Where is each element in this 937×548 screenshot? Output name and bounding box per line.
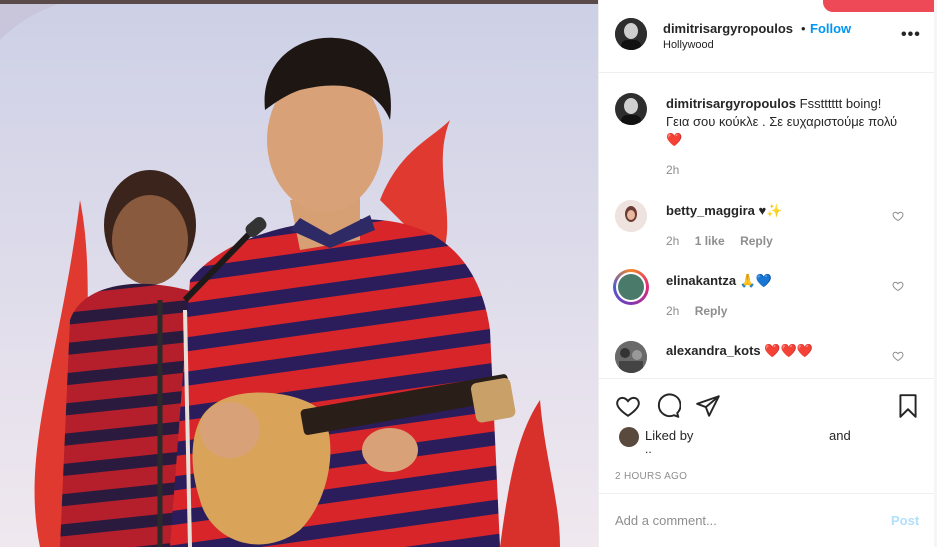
comment-text: alexandra_kots ❤️❤️❤️ [666,342,906,360]
caption-text: dimitrisargyropoulos Fsstttttt boing! Γε… [666,95,906,149]
comment-text: elinakantza 🙏💙 [666,272,906,290]
comment-username[interactable]: betty_maggira [666,203,755,218]
post-header: dimitrisargyropoulos • Follow Hollywood … [599,0,934,73]
comment-body: ❤️❤️❤️ [764,343,813,358]
caption-time: 2h [666,163,680,177]
comment-avatar[interactable] [615,200,647,232]
share-paper-plane-icon[interactable] [695,393,721,419]
comment-avatar[interactable] [615,341,647,373]
add-comment-input[interactable] [615,513,855,528]
author-username[interactable]: dimitrisargyropoulos [663,21,793,36]
reply-button[interactable]: Reply [740,234,773,248]
post-timestamp[interactable]: 2 HOURS AGO [615,471,687,482]
comment-bubble-icon[interactable] [655,393,681,419]
comment-body: ♥✨ [758,203,783,218]
liked-by-ellipsis: .. [645,442,652,456]
like-comment-heart-icon[interactable] [892,210,904,222]
like-heart-icon[interactable] [615,393,641,419]
liked-by-and[interactable]: and [829,428,851,443]
like-comment-heart-icon[interactable] [892,350,904,362]
post-location[interactable]: Hollywood [663,39,714,51]
liker-avatar[interactable] [619,427,639,447]
comments-list[interactable]: dimitrisargyropoulos Fsstttttt boing! Γε… [599,73,934,378]
comment-username[interactable]: elinakantza [666,273,736,288]
comment-meta: 2h 1 like Reply [666,234,785,248]
like-comment-heart-icon[interactable] [892,280,904,292]
liked-by-label[interactable]: Liked by [645,428,693,443]
more-options-icon[interactable]: ••• [901,26,921,44]
reply-button[interactable]: Reply [695,304,728,318]
comment-meta: 2h Reply [666,304,739,318]
bookmark-icon[interactable] [895,393,921,419]
author-avatar[interactable] [615,18,647,50]
comment-likes[interactable]: 1 like [695,234,725,248]
caption-avatar[interactable] [615,93,647,125]
post-side-panel: dimitrisargyropoulos • Follow Hollywood … [598,0,937,547]
add-comment-bar: Post [599,493,934,548]
post-image[interactable] [0,0,598,547]
comment-time: 2h [666,234,680,248]
caption-username[interactable]: dimitrisargyropoulos [666,96,796,111]
separator-dot: • [801,21,806,36]
caption-meta: 2h [666,163,691,177]
comment-username[interactable]: alexandra_kots [666,343,761,358]
comment-text: betty_maggira ♥✨ [666,202,906,220]
guitarist-photo [0,0,598,547]
comment-body: 🙏💙 [739,273,773,288]
comment-avatar[interactable] [613,269,649,305]
follow-button[interactable]: Follow [810,21,851,36]
post-actions: Liked by and .. 2 HOURS AGO [599,378,934,495]
comment-time: 2h [666,304,680,318]
post-comment-button[interactable]: Post [891,513,919,528]
